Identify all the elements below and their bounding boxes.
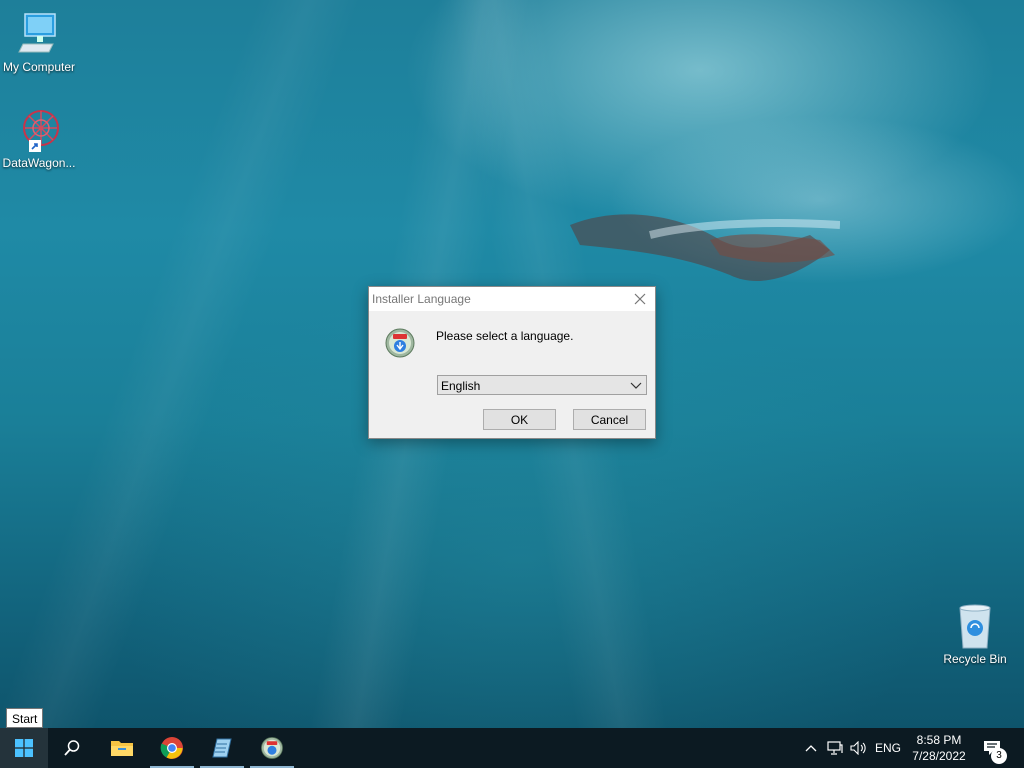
clock[interactable]: 8:58 PM 7/28/2022 (906, 728, 972, 768)
clock-date: 7/28/2022 (912, 749, 966, 763)
desktop-icon-label: Recycle Bin (943, 652, 1007, 666)
recycle-bin-icon (959, 604, 991, 649)
dialog-titlebar[interactable]: Installer Language (369, 287, 655, 311)
installer-language-dialog: Installer Language Please select a langu… (368, 286, 656, 439)
desktop-icon-label: My Computer (2, 60, 76, 74)
language-select-value: English (441, 379, 481, 393)
desktop-icon-label: DataWagon... (2, 156, 76, 170)
notepad-icon (212, 738, 232, 758)
network-tray-button[interactable] (824, 728, 846, 768)
clock-time: 8:58 PM (916, 733, 962, 747)
language-prompt: Please select a language. (436, 329, 574, 343)
notification-count-badge: 3 (991, 748, 1007, 764)
dialog-title: Installer Language (372, 292, 471, 306)
network-icon (827, 741, 843, 755)
language-select[interactable]: English (437, 375, 647, 395)
installer-icon (261, 737, 283, 759)
wallpaper-swimmer (570, 214, 840, 281)
chrome-icon (160, 737, 183, 759)
taskbar-installer[interactable] (248, 728, 296, 768)
language-indicator[interactable]: ENG (872, 728, 904, 768)
cancel-button[interactable]: Cancel (573, 409, 646, 430)
windows-icon (15, 739, 33, 757)
folder-icon (111, 741, 133, 756)
volume-tray-button[interactable] (848, 728, 870, 768)
installer-icon (385, 328, 415, 358)
search-icon (64, 740, 80, 756)
taskbar: ENG 8:58 PM 7/28/2022 (0, 728, 1024, 768)
close-button[interactable] (625, 287, 655, 311)
close-icon (634, 293, 646, 305)
speaker-icon (850, 741, 866, 755)
start-button[interactable] (0, 728, 48, 768)
desktop-icon-my-computer[interactable]: My Computer (0, 10, 78, 74)
desktop-icon-recycle-bin[interactable]: Recycle Bin (936, 602, 1014, 666)
desktop-icon-datawagon[interactable]: DataWagon... (0, 106, 78, 170)
search-button[interactable] (48, 728, 96, 768)
taskbar-notepad[interactable] (198, 728, 246, 768)
show-hidden-icons-button[interactable] (800, 728, 822, 768)
chevron-down-icon (630, 382, 642, 389)
start-tooltip: Start (6, 708, 44, 728)
ok-button[interactable]: OK (483, 409, 556, 430)
chevron-up-icon (805, 745, 817, 752)
taskbar-file-explorer[interactable] (98, 728, 146, 768)
datawagon-icon (23, 110, 59, 152)
taskbar-chrome[interactable] (148, 728, 196, 768)
computer-icon (18, 13, 56, 53)
